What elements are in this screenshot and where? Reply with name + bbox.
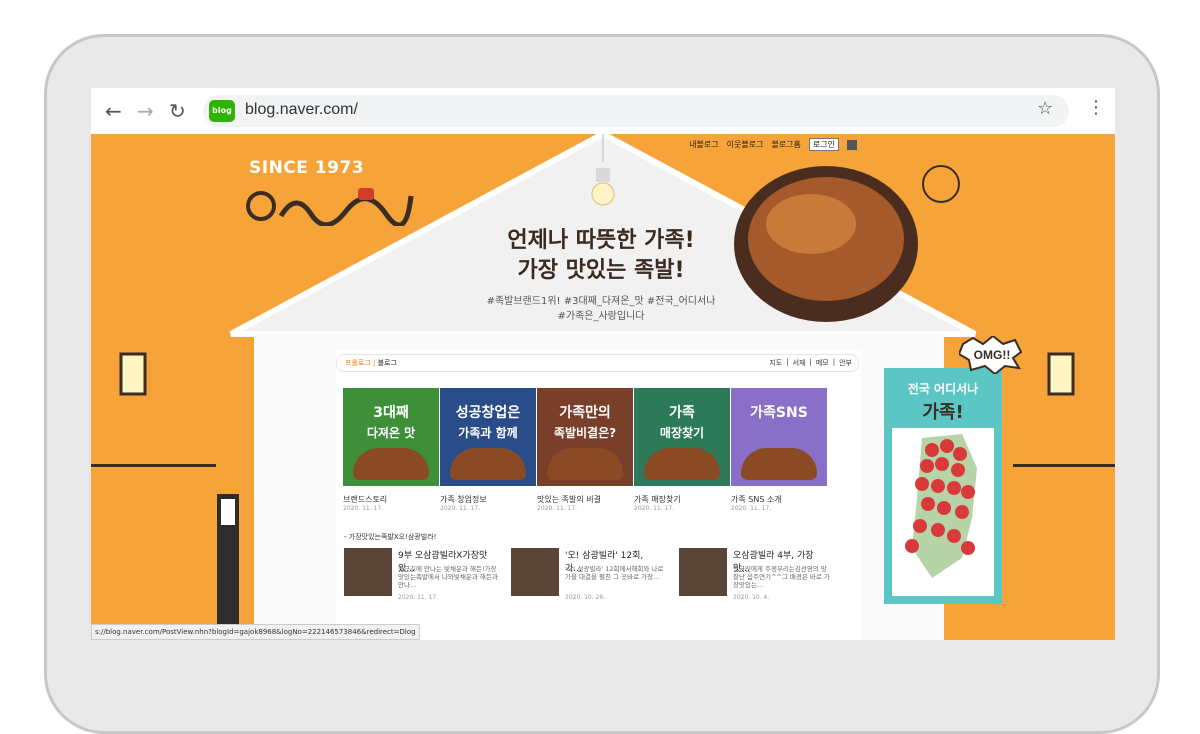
category-thumbnail[interactable]: 3대째다져온 맛 — [343, 388, 439, 486]
address-bar[interactable]: blog blog.naver.com/ — [203, 95, 1069, 127]
post-excerpt: '오! 삼광빌라' 12회에서해회와 나로가을 대결을 펼친 그 곳바로 가장.… — [565, 565, 664, 581]
bookmark-star-icon[interactable]: ☆ — [1037, 98, 1053, 119]
guestbook-tab[interactable]: 안부 — [839, 358, 852, 368]
blog-menu-bar: 프롤로그 | 블로그 지도 | 서재 | 메모 | 안부 — [336, 354, 859, 372]
thumbnail-date: 2020. 11. 17. — [731, 505, 772, 512]
category-thumbnail[interactable]: 성공창업은가족과 함께 — [440, 388, 536, 486]
memo-tab[interactable]: 메모 — [816, 358, 829, 368]
right-fence — [1013, 464, 1115, 581]
store-map-banner[interactable]: 전국 어디서나 가족! — [884, 368, 1002, 604]
post-excerpt: 인금진에게 주정부리는김선영의 맛 잘난 음주연기^^그 배경은 바로 가장맛있… — [733, 565, 830, 589]
left-lantern-icon — [119, 352, 147, 396]
right-lantern-icon — [1047, 352, 1075, 396]
food-image — [353, 448, 429, 480]
blog-menu-right: 지도 | 서재 | 메모 | 안부 — [769, 358, 852, 368]
category-thumbnail[interactable]: 가족만의족발비결은? — [537, 388, 633, 486]
post-thumbnail-image[interactable] — [344, 548, 392, 596]
hashtags-line-2: #가족은_사랑입니다 — [557, 311, 645, 322]
korea-store-map-icon — [892, 428, 994, 596]
food-image — [741, 448, 817, 480]
reload-button[interactable]: ↻ — [169, 99, 186, 123]
browser-toolbar: ← → ↻ blog blog.naver.com/ ☆ ⋮ — [91, 88, 1115, 135]
thumbnail-banner-bottom: 다져온 맛 — [366, 426, 416, 440]
back-button[interactable]: ← — [105, 99, 122, 123]
since-label: SINCE 1973 — [249, 158, 365, 178]
blog-menu-left: 프롤로그 | 블로그 — [345, 359, 397, 367]
neighbor-blog-link[interactable]: 이웃블로그 — [727, 139, 764, 150]
blog-tab[interactable]: 블로그 — [378, 359, 397, 367]
library-tab[interactable]: 서재 — [793, 358, 806, 368]
thumbnail-banner-bottom: 족발비결은? — [553, 426, 617, 440]
section-label: - 가장맛있는족발X오!삼광빌라! — [344, 533, 437, 541]
food-image — [547, 448, 623, 480]
thumbnail-banner-top: 성공창업은 — [455, 405, 521, 421]
post-excerpt: 최근길에 만나는 빛채운과 해든!가장맛있는족발에서 나와빛채운과 해든과 만나… — [398, 565, 498, 589]
thumbnail-banner-top: 가족만의 — [559, 405, 611, 421]
blog-home-link[interactable]: 블로그홈 — [771, 139, 800, 150]
browser-window: ← → ↻ blog blog.naver.com/ ☆ ⋮ 내블로그 이웃블로… — [91, 88, 1115, 640]
status-bar-url: s://blog.naver.com/PostView.nhn?blogId=g… — [91, 624, 420, 640]
map-banner-family: 가족! — [922, 402, 964, 423]
thumbnail-title[interactable]: 가족 창업정보 — [440, 494, 487, 505]
thumbnail-banner-top: 가족SNS — [750, 405, 808, 421]
thumbnail-date: 2020. 11. 17. — [440, 505, 481, 512]
headline-line-1: 언제나 따뜻한 가족! — [507, 228, 695, 253]
hero-headline: 언제나 따뜻한 가족! 가장 맛있는 족발! — [451, 226, 751, 286]
blog-page: 내블로그 이웃블로그 블로그홈 로그인 SINCE 1973 언제나 따뜻한 가… — [91, 134, 1115, 640]
brand-logo-icon — [246, 188, 414, 226]
post-thumbnail-image[interactable] — [511, 548, 559, 596]
left-fence — [91, 464, 216, 581]
blog-content-area: 프롤로그 | 블로그 지도 | 서재 | 메모 | 안부 3대째다져온 맛브랜드스토리… — [336, 350, 861, 640]
food-image — [450, 448, 526, 480]
hero-hashtags: #족발브랜드1위! #3대째_다져온_맛 #전국_어디서나 #가족은_사랑입니다 — [451, 294, 751, 324]
omg-speech-bubble-icon: OMG!! — [959, 336, 1023, 374]
thumbnail-date: 2020. 11. 17. — [343, 505, 384, 512]
map-tab[interactable]: 지도 — [769, 358, 782, 368]
omg-text: OMG!! — [974, 348, 1011, 362]
post-date: 2020. 10. 4. — [733, 594, 770, 601]
thumbnail-title[interactable]: 브랜드스토리 — [343, 494, 387, 505]
prologue-tab[interactable]: 프롤로그 — [345, 359, 371, 367]
food-image — [644, 448, 720, 480]
headline-line-2: 가장 맛있는 족발! — [517, 258, 685, 283]
thumbnail-banner-bottom: 매장찾기 — [659, 426, 705, 440]
my-blog-link[interactable]: 내블로그 — [689, 139, 718, 150]
hashtags-line-1: #족발브랜드1위! #3대째_다져온_맛 #전국_어디서나 — [486, 296, 716, 307]
blog-top-menu: 내블로그 이웃블로그 블로그홈 로그인 — [689, 138, 857, 151]
thumbnail-title[interactable]: 가족 매장찾기 — [634, 494, 681, 505]
url-text: blog.naver.com/ — [245, 101, 358, 118]
apps-grid-icon[interactable] — [847, 139, 857, 150]
pig-doodle-icon — [922, 165, 960, 203]
thumbnail-date: 2020. 11. 17. — [537, 505, 578, 512]
forward-button[interactable]: → — [137, 99, 154, 123]
map-banner-title: 전국 어디서나 — [907, 382, 979, 396]
thumbnail-banner-bottom: 가족과 함께 — [458, 426, 518, 440]
light-bulb-icon — [591, 182, 615, 206]
post-date: 2020. 10. 26. — [565, 594, 606, 601]
blog-favicon-icon: blog — [209, 100, 235, 122]
post-date: 2020. 11. 17. — [398, 594, 439, 601]
post-thumbnail-image[interactable] — [679, 548, 727, 596]
thumbnail-banner-top: 3대째 — [373, 405, 409, 421]
login-button[interactable]: 로그인 — [808, 138, 839, 151]
browser-menu-icon[interactable]: ⋮ — [1087, 97, 1105, 118]
thumbnail-title[interactable]: 가족 SNS 소개 — [731, 494, 782, 505]
thumbnail-title[interactable]: 맛있는 족발의 비결 — [537, 494, 601, 505]
category-thumbnail[interactable]: 가족SNS — [731, 388, 827, 486]
category-thumbnail[interactable]: 가족매장찾기 — [634, 388, 730, 486]
thumbnail-banner-top: 가족 — [669, 405, 695, 421]
thumbnail-date: 2020. 11. 17. — [634, 505, 675, 512]
